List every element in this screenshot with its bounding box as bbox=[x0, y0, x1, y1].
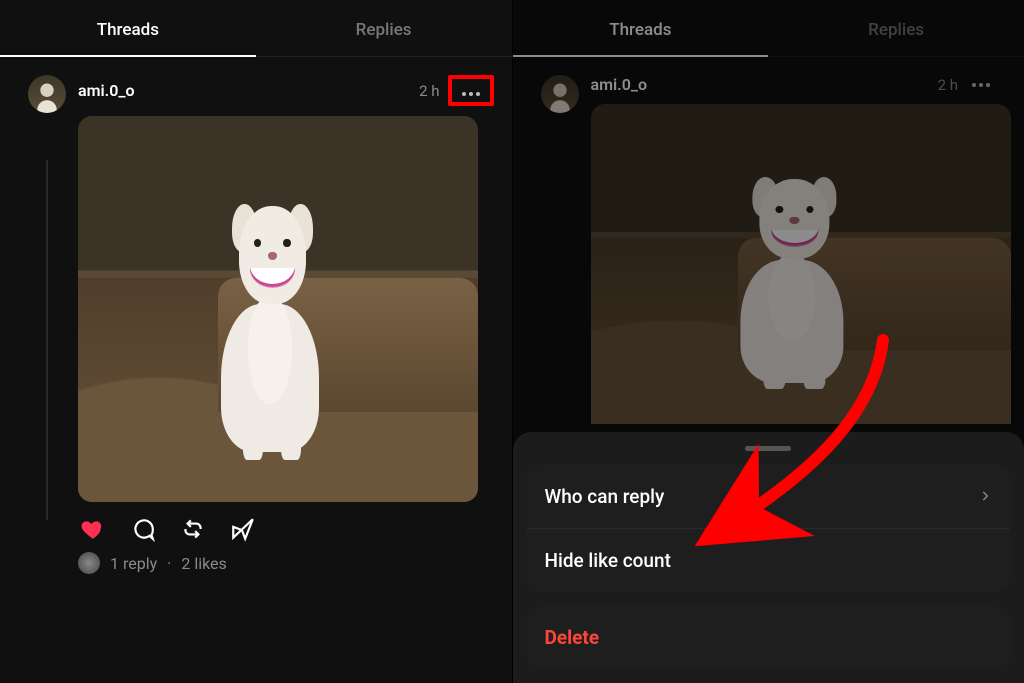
bottom-sheet: Who can reply Hide like count Delete bbox=[513, 432, 1024, 683]
sheet-item-label: Hide like count bbox=[545, 549, 671, 572]
repost-icon[interactable] bbox=[180, 516, 206, 542]
post: ami.0_o 2 h bbox=[0, 57, 512, 592]
more-icon[interactable] bbox=[456, 88, 486, 100]
heart-icon[interactable] bbox=[80, 516, 106, 542]
replier-avatar[interactable] bbox=[78, 552, 100, 574]
likes-count[interactable]: 2 likes bbox=[181, 554, 226, 573]
tab-replies[interactable]: Replies bbox=[256, 4, 512, 56]
replies-count[interactable]: 1 reply bbox=[110, 554, 157, 573]
timestamp: 2 h bbox=[419, 82, 439, 100]
sheet-delete[interactable]: Delete bbox=[527, 606, 1011, 669]
highlight-more-button bbox=[448, 75, 494, 106]
tab-threads[interactable]: Threads bbox=[0, 4, 256, 56]
comment-icon[interactable] bbox=[130, 516, 156, 542]
tabs-left: Threads Replies bbox=[0, 0, 512, 57]
actions-row bbox=[78, 516, 484, 542]
dot-separator: · bbox=[167, 554, 171, 573]
post-media[interactable] bbox=[78, 116, 478, 502]
share-icon[interactable] bbox=[230, 516, 256, 542]
thread-line bbox=[46, 160, 48, 520]
sheet-hide-like-count[interactable]: Hide like count bbox=[527, 528, 1011, 592]
pane-right: Threads Replies ami.0_o 2 h bbox=[512, 0, 1024, 683]
sheet-item-label: Delete bbox=[545, 626, 600, 649]
post-header: ami.0_o 2 h bbox=[78, 75, 484, 106]
tab-underline bbox=[0, 55, 256, 57]
sheet-grabber[interactable] bbox=[745, 446, 791, 451]
pane-left: Threads Replies ami.0_o 2 h bbox=[0, 0, 512, 683]
chevron-right-icon bbox=[978, 485, 992, 508]
avatar[interactable] bbox=[28, 75, 66, 113]
sheet-group: Who can reply Hide like count bbox=[527, 465, 1011, 592]
username[interactable]: ami.0_o bbox=[78, 81, 135, 100]
engagement-row: 1 reply · 2 likes bbox=[78, 552, 484, 592]
sheet-item-label: Who can reply bbox=[545, 485, 665, 508]
sheet-who-can-reply[interactable]: Who can reply bbox=[527, 465, 1011, 528]
